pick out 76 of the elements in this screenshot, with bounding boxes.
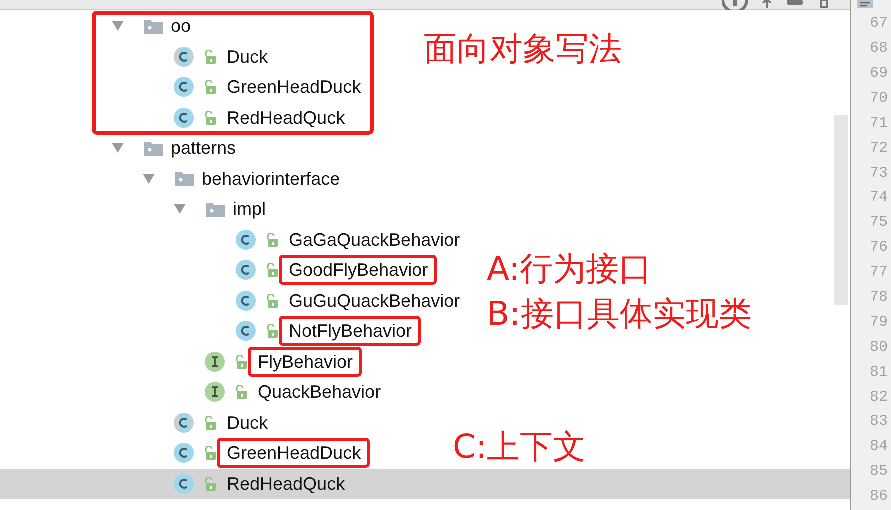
annotation-text: B:接口具体实现类 — [487, 293, 752, 335]
package-name[interactable]: impl — [230, 194, 270, 224]
class-name[interactable]: GoodFlyBehavior — [279, 255, 438, 286]
structure-icon[interactable] — [857, 0, 873, 8]
interface-icon — [204, 381, 226, 404]
line-number: 76 — [870, 238, 888, 258]
class-icon — [173, 442, 195, 464]
line-number: 77 — [870, 263, 888, 284]
annotation-text: C:上下文 — [453, 426, 586, 468]
package-name[interactable]: behaviorinterface — [199, 164, 344, 194]
expand-arrow-icon[interactable] — [111, 20, 125, 32]
interface-icon — [204, 350, 226, 373]
line-number: 73 — [870, 164, 888, 184]
unlocked-icon — [203, 80, 216, 94]
class-name[interactable]: Duck — [224, 408, 272, 438]
line-number: 71 — [870, 114, 888, 134]
line-number: 78 — [870, 288, 888, 308]
unlocked-icon — [265, 294, 278, 308]
unlocked-icon — [203, 446, 216, 460]
abstract-class-icon — [173, 412, 195, 434]
class-name[interactable]: FlyBehavior — [248, 346, 362, 377]
package-name[interactable]: patterns — [168, 133, 240, 164]
class-icon — [173, 472, 195, 495]
scrollbar-thumb[interactable] — [834, 115, 848, 305]
unlocked-icon — [265, 232, 278, 247]
line-number: 79 — [870, 312, 888, 333]
line-number: 74 — [870, 188, 888, 208]
annotation-text: 面向对象写法 — [424, 28, 622, 70]
class-name[interactable]: GreenHeadDuck — [217, 438, 370, 468]
class-name[interactable]: RedHeadQuck — [224, 102, 348, 133]
line-number: 84 — [870, 437, 888, 458]
line-number: 69 — [870, 64, 888, 84]
line-number: 68 — [870, 39, 888, 60]
unlocked-icon — [203, 50, 216, 64]
folder-icon — [206, 202, 225, 217]
folder-icon — [144, 18, 163, 34]
line-number: 67 — [870, 14, 888, 34]
class-name[interactable]: Duck — [224, 42, 272, 72]
line-number: 72 — [870, 138, 888, 159]
unlocked-icon — [234, 385, 247, 400]
class-icon — [173, 76, 195, 98]
folder-icon — [175, 171, 194, 186]
line-number: 85 — [870, 462, 888, 482]
unlocked-icon — [203, 476, 216, 491]
class-name[interactable]: RedHeadQuck — [224, 468, 348, 499]
class-name[interactable]: GuGuQuackBehavior — [286, 286, 464, 316]
unlocked-icon — [234, 354, 247, 369]
abstract-class-icon — [173, 46, 195, 68]
package-name[interactable]: oo — [168, 11, 194, 42]
line-number: 75 — [870, 213, 888, 234]
class-icon — [235, 320, 257, 342]
line-number: 83 — [870, 412, 888, 432]
folder-icon — [144, 140, 163, 156]
expand-arrow-icon[interactable] — [111, 142, 125, 154]
expand-arrow-icon[interactable] — [142, 172, 156, 185]
annotation-text: A:行为接口 — [487, 248, 652, 290]
unlocked-icon — [265, 263, 278, 278]
class-icon — [235, 228, 257, 251]
class-icon — [235, 259, 257, 282]
class-name[interactable]: NotFlyBehavior — [279, 316, 422, 346]
line-number: 80 — [870, 338, 888, 358]
class-icon — [173, 106, 195, 129]
line-number: 70 — [870, 88, 888, 109]
class-name[interactable]: GaGaQuackBehavior — [286, 224, 464, 255]
class-name[interactable]: GreenHeadDuck — [224, 72, 364, 102]
class-name[interactable]: QuackBehavior — [255, 377, 384, 408]
unlocked-icon — [203, 416, 216, 430]
expand-arrow-icon[interactable] — [173, 203, 187, 216]
line-number: 81 — [870, 362, 888, 383]
line-number: 86 — [870, 487, 888, 508]
collapse-icon[interactable] — [760, 0, 774, 8]
unlocked-icon — [203, 110, 216, 125]
selected-row[interactable]: RedHeadQuck — [0, 468, 850, 499]
line-number: 82 — [870, 388, 888, 408]
class-icon — [235, 290, 257, 312]
unlocked-icon — [265, 324, 278, 338]
